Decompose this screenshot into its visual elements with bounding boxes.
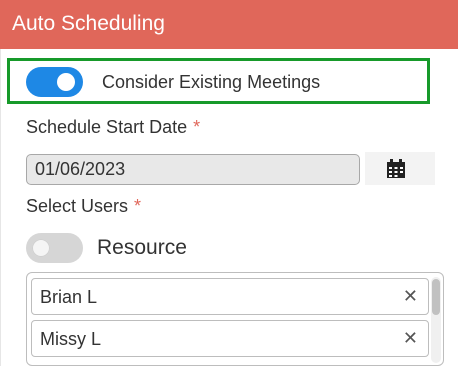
remove-user-icon[interactable]: ✕ [403,329,418,347]
resource-label: Resource [97,236,187,259]
consider-meetings-toggle[interactable] [26,67,83,97]
required-mark: * [134,196,142,216]
toggle-knob [32,239,50,257]
scrollbar[interactable] [431,277,441,363]
panel-header: Auto Scheduling [0,0,458,49]
resource-toggle[interactable] [26,233,83,263]
schedule-start-text: Schedule Start Date [26,117,188,137]
remove-user-icon[interactable]: ✕ [403,287,418,305]
calendar-button[interactable] [365,152,435,185]
panel-left-border [0,49,1,366]
user-chip: Brian L ✕ [31,278,429,315]
required-mark: * [193,117,201,137]
selected-users-list[interactable]: Brian L ✕ Missy L ✕ [26,272,444,366]
user-name: Missy L [40,329,102,349]
select-users-text: Select Users [26,196,129,216]
toggle-knob [57,73,75,91]
user-name: Brian L [40,287,98,307]
consider-meetings-label: Consider Existing Meetings [102,72,321,92]
calendar-icon [387,159,405,178]
select-users-label: Select Users * [26,196,141,217]
scrollbar-thumb[interactable] [432,279,440,315]
schedule-start-input[interactable] [26,154,360,185]
user-chip: Missy L ✕ [31,320,429,357]
panel-title: Auto Scheduling [12,12,165,35]
schedule-start-label: Schedule Start Date * [26,117,200,138]
